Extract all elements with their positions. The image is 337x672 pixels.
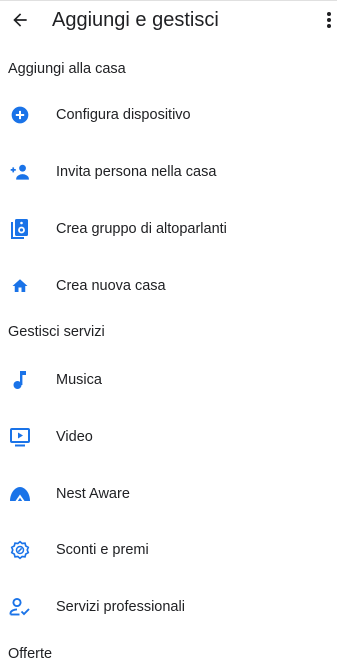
speaker-group-icon [9,218,31,240]
section-header-offerte: Offerte [8,646,53,662]
list-item-configura-dispositivo[interactable]: Configura dispositivo [0,95,337,135]
person-add-icon [9,161,31,183]
list-item-label: Musica [56,372,102,388]
list-item-label: Servizi professionali [56,599,185,615]
more-options-button[interactable] [321,8,337,32]
offer-badge-icon [9,539,31,561]
list-item-label: Nest Aware [56,486,130,502]
list-item-sconti-e-premi[interactable]: Sconti e premi [0,530,337,570]
list-item-label: Configura dispositivo [56,107,191,123]
more-vert-icon [326,11,332,29]
list-item-video[interactable]: Video [0,417,337,457]
list-item-crea-gruppo-altoparlanti[interactable]: Crea gruppo di altoparlanti [0,209,337,249]
list-item-musica[interactable]: Musica [0,360,337,400]
list-item-nest-aware[interactable]: Nest Aware [0,474,337,514]
page-title: Aggiungi e gestisci [52,9,219,31]
list-item-invita-persona[interactable]: Invita persona nella casa [0,152,337,192]
section-header-aggiungi-alla-casa: Aggiungi alla casa [8,61,126,77]
list-item-label: Crea nuova casa [56,278,166,294]
video-play-icon [9,426,31,448]
list-item-label: Invita persona nella casa [56,164,217,180]
person-check-icon [9,596,31,618]
nest-aware-icon [9,483,31,505]
list-item-label: Sconti e premi [56,542,149,558]
section-header-gestisci-servizi: Gestisci servizi [8,324,105,340]
arrow-back-icon [10,10,30,30]
list-item-label: Crea gruppo di altoparlanti [56,221,227,237]
music-note-icon [9,369,31,391]
add-circle-icon [9,104,31,126]
back-button[interactable] [6,6,34,34]
list-item-label: Video [56,429,93,445]
list-item-servizi-professionali[interactable]: Servizi professionali [0,587,337,627]
app-bar: Aggiungi e gestisci [0,0,337,44]
home-icon [9,275,31,297]
list-item-crea-nuova-casa[interactable]: Crea nuova casa [0,266,337,306]
